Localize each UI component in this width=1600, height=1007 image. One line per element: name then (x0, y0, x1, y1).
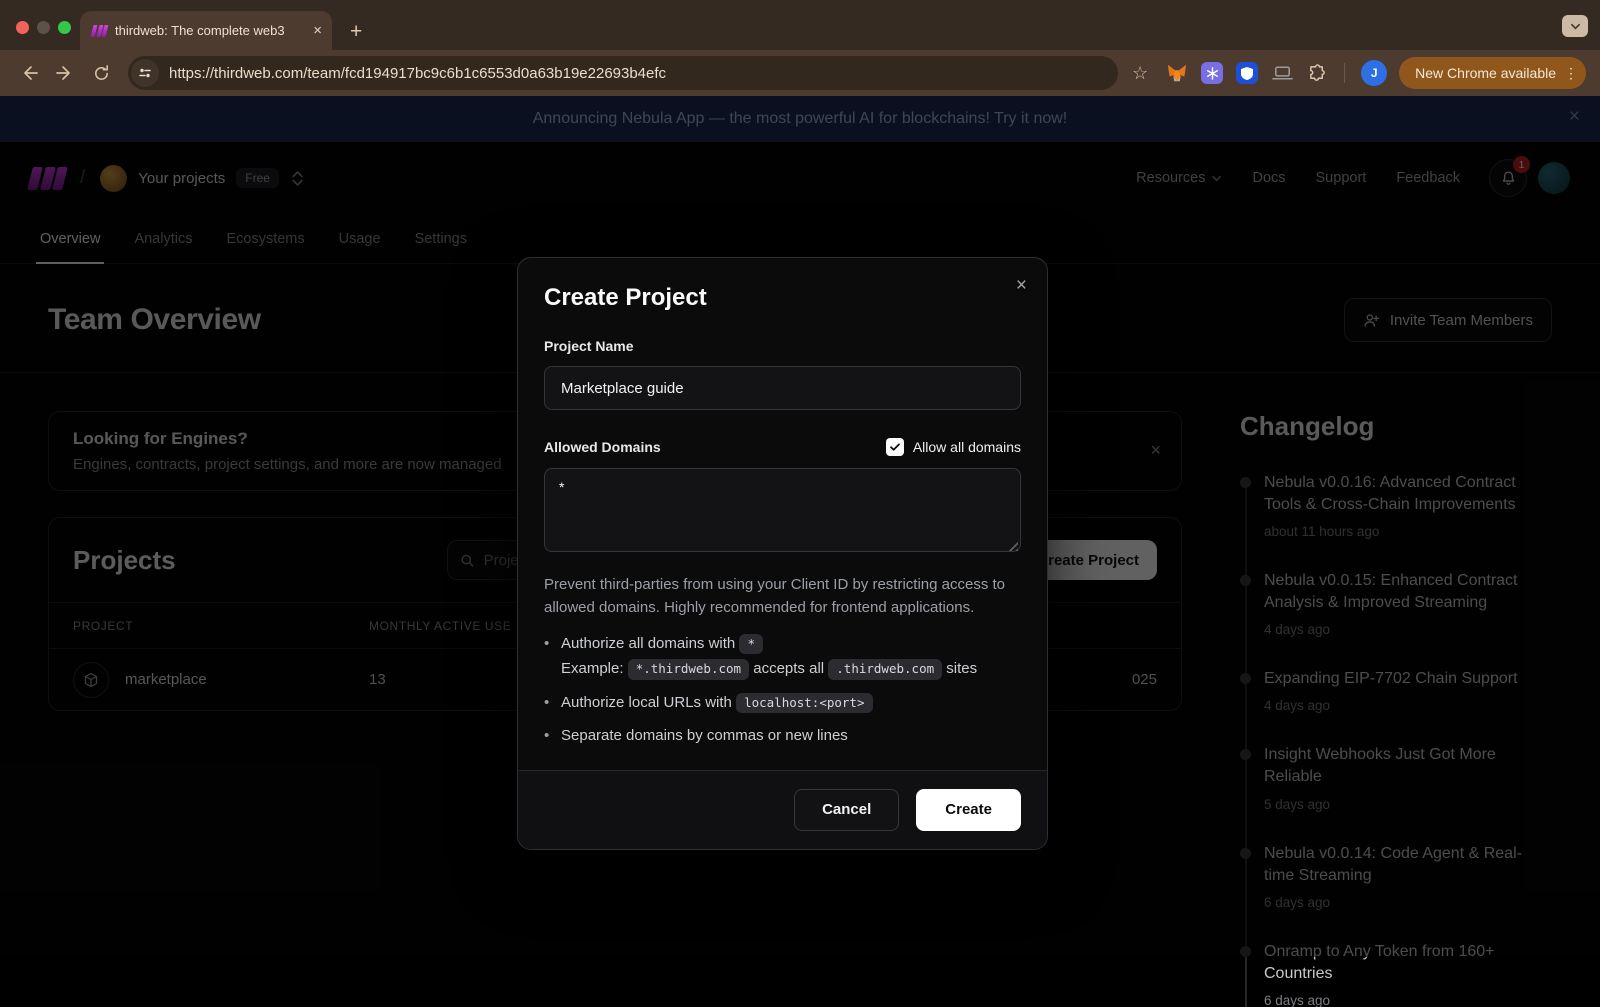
window-controls (16, 21, 71, 34)
tab-title: thirdweb: The complete web3 (115, 23, 305, 38)
shield-icon (1241, 67, 1253, 80)
example-mid-text: accepts all (753, 660, 824, 677)
fullscreen-window-button[interactable] (58, 21, 71, 34)
rule-text: Separate domains by commas or new lines (561, 727, 848, 744)
modal-title: Create Project (544, 284, 1021, 312)
cancel-button[interactable]: Cancel (794, 789, 899, 831)
chrome-update-label: New Chrome available (1415, 65, 1556, 81)
chrome-update-button[interactable]: New Chrome available ⋮ (1399, 57, 1586, 89)
extensions-row (1166, 62, 1328, 84)
code-chip: localhost:<port> (736, 693, 872, 714)
minimize-window-button[interactable] (37, 21, 50, 34)
browser-chrome: thirdweb: The complete web3 × + https://… (0, 0, 1600, 96)
rule-authorize-all: Authorize all domains with * Example: *.… (544, 633, 1021, 681)
reload-icon (92, 64, 111, 83)
code-chip: * (739, 634, 763, 655)
url-text: https://thirdweb.com/team/fcd194917bc9c6… (169, 65, 1104, 82)
page-viewport: Announcing Nebula App — the most powerfu… (0, 96, 1600, 957)
snowflake-icon (1206, 67, 1219, 80)
screen-share-extension-icon[interactable] (1271, 62, 1293, 84)
reload-button[interactable] (86, 58, 116, 88)
new-tab-button[interactable]: + (350, 21, 362, 42)
bitwarden-extension-icon[interactable] (1236, 62, 1258, 84)
modal-close-icon[interactable]: × (1016, 276, 1027, 295)
allowed-domains-textarea[interactable]: * (544, 468, 1021, 552)
toolbar-divider (1344, 63, 1345, 83)
fox-icon (1166, 62, 1188, 84)
example-label: Example: (561, 660, 624, 677)
address-bar[interactable]: https://thirdweb.com/team/fcd194917bc9c6… (128, 56, 1118, 90)
check-icon (889, 441, 901, 453)
project-name-input[interactable] (544, 366, 1021, 410)
code-chip: .thirdweb.com (828, 659, 942, 680)
rule-text: Authorize all domains with (561, 635, 735, 652)
extensions-puzzle-button[interactable] (1306, 62, 1328, 84)
create-button[interactable]: Create (916, 789, 1021, 831)
allow-all-domains-label: Allow all domains (913, 439, 1021, 455)
metamask-extension-icon[interactable] (1166, 62, 1188, 84)
back-button[interactable] (14, 58, 44, 88)
example-suffix-text: sites (946, 660, 977, 677)
chevron-down-icon (1570, 21, 1581, 32)
arrow-left-icon (19, 63, 39, 83)
tab-search-button[interactable] (1562, 15, 1588, 37)
tune-icon (138, 66, 152, 80)
changelog-entry-time: 6 days ago (1264, 993, 1552, 1007)
code-chip: *.thirdweb.com (628, 659, 749, 680)
rule-example: Example: *.thirdweb.com accepts all .thi… (561, 658, 1021, 681)
project-name-label: Project Name (544, 338, 1021, 354)
thirdweb-favicon-icon (92, 25, 107, 37)
rule-text: Authorize local URLs with (561, 694, 732, 711)
browser-profile-avatar[interactable]: J (1361, 60, 1387, 86)
domains-help-text: Prevent third-parties from using your Cl… (544, 573, 1021, 620)
create-project-modal: Create Project × Project Name Allowed Do… (517, 257, 1048, 850)
tab-close-icon[interactable]: × (313, 23, 322, 38)
allowed-domains-label: Allowed Domains (544, 439, 661, 455)
purple-extension-icon[interactable] (1201, 62, 1223, 84)
modal-footer: Cancel Create (518, 770, 1047, 849)
rule-separate-domains: Separate domains by commas or new lines (544, 725, 1021, 748)
browser-tab[interactable]: thirdweb: The complete web3 × (80, 11, 332, 50)
bookmark-star-icon[interactable]: ☆ (1132, 63, 1148, 84)
tab-strip: thirdweb: The complete web3 × + (0, 0, 1600, 50)
site-settings-button[interactable] (131, 59, 159, 87)
puzzle-icon (1308, 64, 1327, 83)
allow-all-domains-checkbox[interactable] (886, 438, 904, 456)
close-window-button[interactable] (16, 21, 29, 34)
laptop-icon (1272, 65, 1293, 81)
domains-rules-list: Authorize all domains with * Example: *.… (544, 633, 1021, 748)
arrow-right-icon (55, 63, 75, 83)
rule-authorize-local: Authorize local URLs with localhost:<por… (544, 692, 1021, 715)
browser-toolbar: https://thirdweb.com/team/fcd194917bc9c6… (0, 50, 1600, 96)
allow-all-domains-control[interactable]: Allow all domains (886, 438, 1021, 456)
forward-button[interactable] (50, 58, 80, 88)
browser-menu-icon[interactable]: ⋮ (1564, 65, 1578, 82)
